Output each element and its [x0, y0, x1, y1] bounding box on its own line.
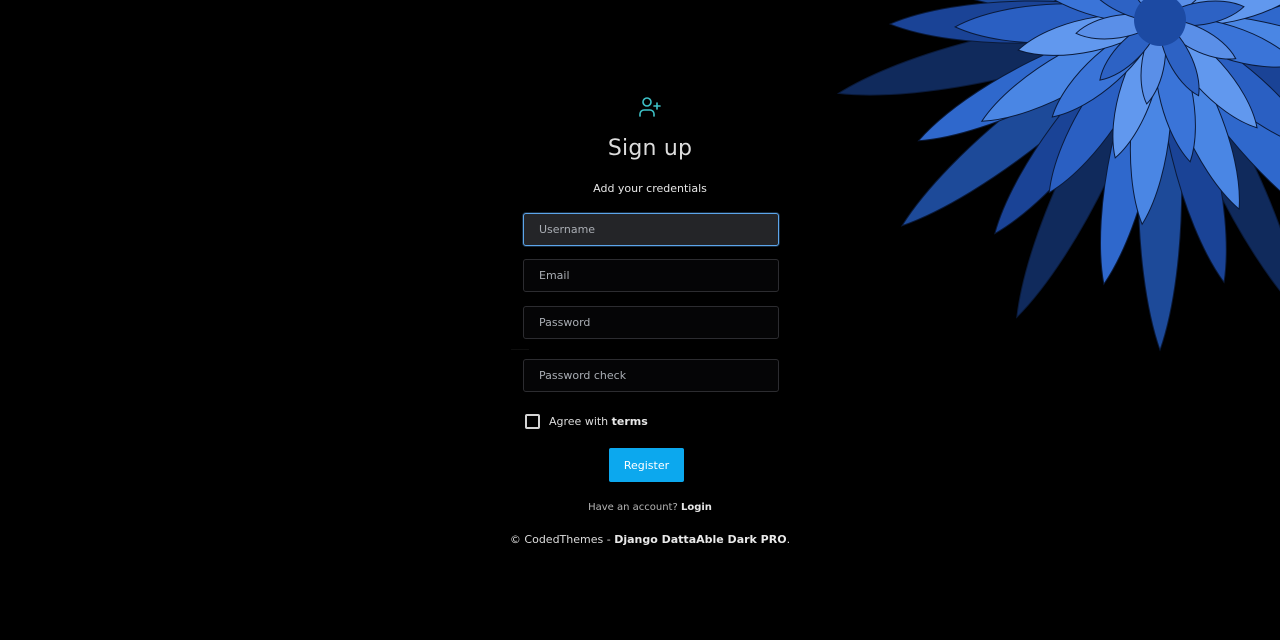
agree-prefix: Agree with: [549, 414, 612, 428]
page-title: Sign up: [607, 136, 693, 161]
user-plus-icon: [639, 97, 661, 117]
footer-product: Django DattaAble Dark PRO: [614, 533, 787, 546]
password-hint: ………: [511, 345, 529, 352]
footer-copyright: © CodedThemes - Django DattaAble Dark PR…: [500, 533, 800, 546]
page-subtitle: Add your credentials: [593, 182, 707, 195]
agree-checkbox[interactable]: [525, 413, 540, 429]
have-account-text: Have an account? Login: [510, 502, 790, 513]
footer-suffix: .: [786, 533, 791, 546]
password-check-input[interactable]: [523, 359, 779, 392]
password-input[interactable]: [523, 306, 779, 339]
have-account-prompt: Have an account?: [588, 502, 681, 513]
email-input[interactable]: [523, 259, 779, 292]
signup-page: Sign up Add your credentials ……… Agree w…: [0, 0, 1280, 640]
footer-prefix: © CodedThemes -: [509, 533, 615, 546]
register-button[interactable]: Register: [609, 448, 684, 482]
signup-card: Sign up Add your credentials ……… Agree w…: [510, 90, 790, 560]
username-input[interactable]: [523, 213, 779, 246]
agree-label: Agree with terms: [549, 415, 648, 428]
login-link[interactable]: Login: [681, 502, 712, 513]
agree-terms-row: Agree with terms: [525, 412, 648, 430]
terms-link[interactable]: terms: [612, 415, 648, 428]
blue-flower-image: [836, 0, 1280, 352]
